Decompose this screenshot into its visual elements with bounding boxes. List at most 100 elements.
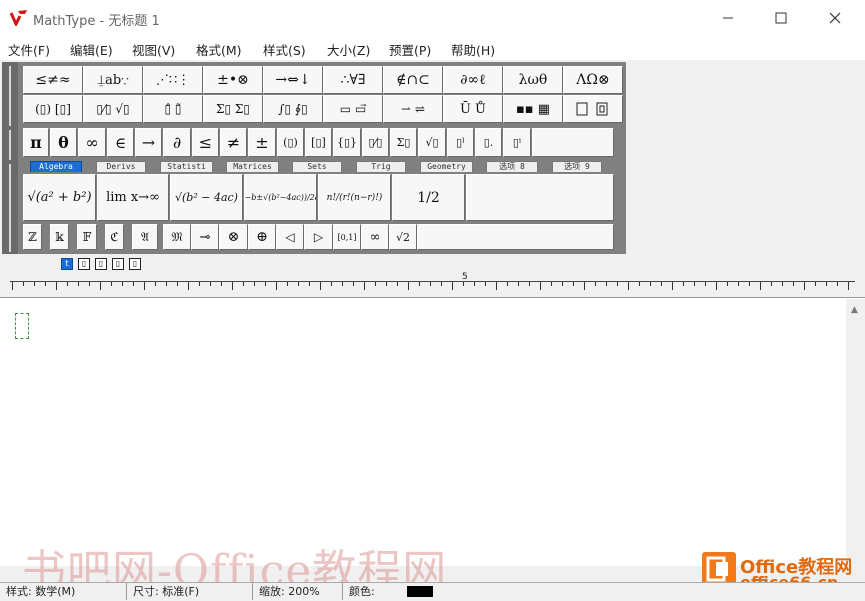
toolbar-grip[interactable] — [9, 66, 11, 126]
color-swatch[interactable] — [407, 586, 433, 597]
template-interval-button[interactable]: [0,1] — [333, 224, 361, 250]
symbol-right-triangle-button[interactable]: ▷ — [304, 224, 333, 250]
symbol-arrow-button[interactable]: → — [135, 128, 162, 157]
ruler-tick — [540, 282, 541, 290]
palette-set-theory[interactable]: ∉∩⊂ — [383, 66, 443, 94]
status-style[interactable]: 样式: 数学(M) — [2, 583, 127, 600]
palette-logic[interactable]: ∴∀∃ — [323, 66, 383, 94]
empty-template-slot[interactable] — [466, 174, 614, 221]
template-superscript-button[interactable]: ▯ˡ — [447, 128, 474, 157]
template-sum-button[interactable]: Σ▯ — [390, 128, 417, 157]
template-discriminant-button[interactable]: √(b² − 4ac) — [170, 174, 243, 221]
mini-button-2[interactable]: ▯ — [78, 258, 90, 270]
template-braces-button[interactable]: {▯} — [333, 128, 361, 157]
symbol-complex-button[interactable]: ℭ — [105, 224, 124, 250]
empty-slot[interactable] — [532, 128, 614, 157]
symbol-fraktur-m-button[interactable]: 𝔐 — [163, 224, 191, 250]
symbol-otimes-button[interactable]: ⊗ — [219, 224, 248, 250]
template-half-button[interactable]: 1/2 — [392, 174, 465, 221]
palette-embellishments[interactable]: ⋰∷⋮ — [143, 66, 203, 94]
palette-misc-symbols[interactable]: ∂∞ℓ — [443, 66, 503, 94]
palette-labeled-arrows[interactable]: ⇀ ⇌ — [383, 95, 443, 123]
palette-fractions-radicals[interactable]: ▯⁄▯ √▯ — [83, 95, 143, 123]
template-sqrt-button[interactable]: √▯ — [418, 128, 446, 157]
symbol-partial-button[interactable]: ∂ — [163, 128, 191, 157]
tab-sets[interactable]: Sets — [292, 161, 342, 172]
template-quadratic-formula-button[interactable]: (−b±√(b²−4ac))/2a — [244, 174, 317, 221]
tab-derivs[interactable]: Derivs — [96, 161, 146, 172]
symbol-left-triangle-button[interactable]: ◁ — [276, 224, 304, 250]
symbol-infinity-2-button[interactable]: ∞ — [361, 224, 389, 250]
tab-geometry[interactable]: Geometry — [420, 161, 473, 172]
symbol-integers-button[interactable]: ℤ — [23, 224, 42, 250]
template-subsup-button[interactable]: ▯ⁱ — [503, 128, 531, 157]
tab-algebra[interactable]: Algebra — [30, 161, 82, 172]
scroll-up-icon[interactable]: ▲ — [851, 305, 858, 315]
menu-edit[interactable]: 编辑(E) — [70, 40, 113, 59]
mini-button-3[interactable]: ▯ — [95, 258, 107, 270]
status-size[interactable]: 尺寸: 标准(F) — [129, 583, 253, 600]
empty-small-slot[interactable] — [417, 224, 614, 250]
palette-scripts[interactable]: ▯̂ ▯̃ — [143, 95, 203, 123]
palette-spaces[interactable]: ⍊ab∵ — [83, 66, 143, 94]
palette-greek-upper[interactable]: ΛΩ⊗ — [563, 66, 623, 94]
close-button[interactable] — [812, 0, 858, 36]
symbol-leq-button[interactable]: ≤ — [192, 128, 219, 157]
palette-matrices[interactable]: ▪▪ ▦ — [503, 95, 563, 123]
palette-products[interactable]: Ū Ů — [443, 95, 503, 123]
toolbar-grip[interactable] — [9, 164, 11, 252]
template-brackets-button[interactable]: [▯] — [305, 128, 332, 157]
template-parens-button[interactable]: (▯) — [277, 128, 304, 157]
template-pythagorean-button[interactable]: √(a² + b²) — [23, 174, 96, 221]
mini-button-text[interactable]: t — [61, 258, 73, 270]
symbol-oplus-button[interactable]: ⊕ — [248, 224, 276, 250]
tab-matrices[interactable]: Matrices — [226, 161, 279, 172]
symbol-fraktur-a-button[interactable]: 𝔄 — [132, 224, 158, 250]
symbol-pi-button[interactable]: π — [23, 128, 49, 157]
menu-size[interactable]: 大小(Z) — [327, 40, 370, 59]
menu-format[interactable]: 格式(M) — [196, 40, 242, 59]
symbol-infinity-button[interactable]: ∞ — [78, 128, 106, 157]
mini-button-4[interactable]: ▯ — [112, 258, 124, 270]
status-zoom[interactable]: 缩放: 200% — [255, 583, 343, 600]
symbol-field-button[interactable]: 𝔽 — [77, 224, 97, 250]
palette-arrows[interactable]: →⇔↓ — [263, 66, 323, 94]
palette-integrals[interactable]: ∫▯ ∮▯ — [263, 95, 323, 123]
menu-file[interactable]: 文件(F) — [8, 40, 50, 59]
symbol-plusminus-button[interactable]: ± — [248, 128, 276, 157]
palette-bars[interactable]: ▭ ▭⃗ — [323, 95, 383, 123]
symbol-neq-button[interactable]: ≠ — [220, 128, 247, 157]
palette-relational[interactable]: ≤≠≈ — [23, 66, 83, 94]
symbol-element-of-button[interactable]: ∈ — [107, 128, 134, 157]
symbol-multimap-button[interactable]: ⊸ — [191, 224, 219, 250]
template-binomial-button[interactable]: n!/(r!(n−r)!) — [318, 174, 391, 221]
palette-operators[interactable]: ±•⊗ — [203, 66, 263, 94]
ruler[interactable] — [0, 272, 865, 298]
maximize-button[interactable] — [758, 0, 804, 36]
template-limit-button[interactable]: lim x→∞ — [97, 174, 169, 221]
palette-extra[interactable] — [563, 95, 623, 123]
tab-option-9[interactable]: 选项 9 — [552, 161, 602, 172]
vertical-scrollbar[interactable]: ▲ — [846, 299, 865, 582]
menu-help[interactable]: 帮助(H) — [451, 40, 495, 59]
symbol-k-button[interactable]: 𝕜 — [50, 224, 69, 250]
tab-statistics[interactable]: Statisti — [160, 161, 213, 172]
palette-summations[interactable]: Σ▯ Σ▯ — [203, 95, 263, 123]
symbol-sqrt2-button[interactable]: √2 — [389, 224, 417, 250]
palette-fences[interactable]: (▯) [▯] — [23, 95, 83, 123]
ruler-tick — [155, 282, 156, 286]
template-fraction-button[interactable]: ▯⁄▯ — [362, 128, 389, 157]
menu-view[interactable]: 视图(V) — [132, 40, 175, 59]
insertion-slot[interactable] — [15, 313, 29, 339]
template-subscript-button[interactable]: ▯. — [475, 128, 502, 157]
menu-style[interactable]: 样式(S) — [263, 40, 306, 59]
palette-greek-lower[interactable]: λωθ — [503, 66, 563, 94]
tab-option-8[interactable]: 选项 8 — [486, 161, 538, 172]
minimize-button[interactable] — [705, 0, 751, 36]
mini-button-5[interactable]: ▯ — [129, 258, 141, 270]
menu-preferences[interactable]: 预置(P) — [389, 40, 431, 59]
ruler-tick — [12, 282, 13, 290]
toolbar-grip[interactable] — [9, 130, 11, 160]
tab-trig[interactable]: Trig — [356, 161, 406, 172]
symbol-theta-button[interactable]: θ — [50, 128, 77, 157]
